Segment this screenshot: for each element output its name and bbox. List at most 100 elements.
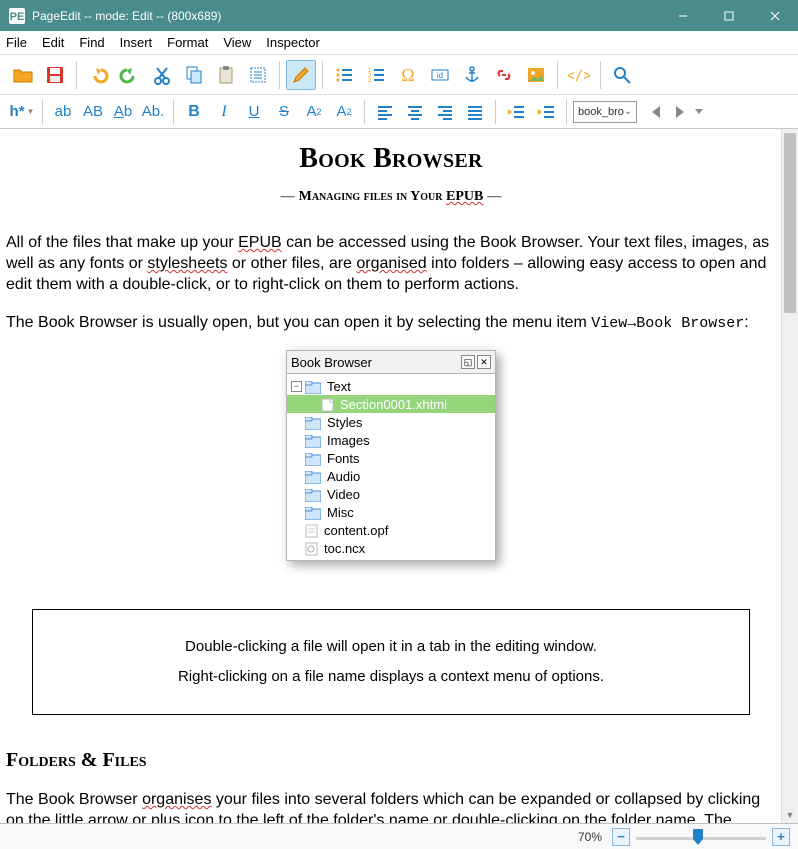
menu-inspector[interactable]: Inspector <box>266 35 319 50</box>
toolbar-format: h*▼ ab AB Ab Ab. B I U S A2 A2 book_bro <box>0 95 798 129</box>
open-button[interactable] <box>8 60 38 90</box>
tree-label: Images <box>327 433 370 448</box>
lowercase-button[interactable]: ab <box>49 99 77 125</box>
folder-icon <box>305 415 321 430</box>
nav-prev-button[interactable] <box>645 104 667 120</box>
tree-label: Text <box>327 379 351 394</box>
save-button[interactable] <box>40 60 70 90</box>
menu-view[interactable]: View <box>223 35 251 50</box>
book-browser-panel: Book Browser ◱ ✕ − Text Section0001.xhtm… <box>286 350 496 561</box>
code-view-button[interactable]: </> <box>564 60 594 90</box>
tree-row-section[interactable]: Section0001.xhtml <box>287 395 495 413</box>
close-button[interactable] <box>752 0 798 31</box>
special-char-button[interactable]: Ω <box>393 60 423 90</box>
tree-row-fonts[interactable]: Fonts <box>287 449 495 467</box>
insert-image-button[interactable] <box>521 60 551 90</box>
note-line-2: Right-clicking on a file name displays a… <box>43 662 739 692</box>
align-center-button[interactable] <box>401 99 429 125</box>
status-bar: 70% − + <box>0 823 798 849</box>
numbered-list-button[interactable]: 123 <box>361 60 391 90</box>
svg-text:3: 3 <box>368 78 372 84</box>
panel-close-icon[interactable]: ✕ <box>477 355 491 369</box>
subscript-button[interactable]: A2 <box>300 99 328 125</box>
zoom-in-button[interactable]: + <box>772 828 790 846</box>
collapse-icon[interactable]: − <box>291 381 302 392</box>
tree-label: content.opf <box>324 523 388 538</box>
toolbar-main: 123 Ω id </> <box>0 55 798 95</box>
doc-heading-2: Folders & Files <box>6 749 776 772</box>
menu-find[interactable]: Find <box>79 35 104 50</box>
nav-file-select[interactable]: book_bro <box>573 101 637 123</box>
note-line-1: Double-clicking a file will open it in a… <box>43 632 739 662</box>
folder-icon <box>305 469 321 484</box>
tree-label: toc.ncx <box>324 541 365 556</box>
folder-icon <box>305 379 321 394</box>
menu-file[interactable]: File <box>6 35 27 50</box>
zoom-out-button[interactable]: − <box>612 828 630 846</box>
link-button[interactable] <box>489 60 519 90</box>
tree-row-text[interactable]: − Text <box>287 377 495 395</box>
tree-row-toc-ncx[interactable]: toc.ncx <box>287 539 495 557</box>
tree-row-audio[interactable]: Audio <box>287 467 495 485</box>
align-justify-button[interactable] <box>461 99 489 125</box>
file-icon <box>305 540 318 556</box>
svg-text:Ω: Ω <box>401 65 414 85</box>
copy-button[interactable] <box>179 60 209 90</box>
insert-id-button[interactable]: id <box>425 60 455 90</box>
select-all-button[interactable] <box>243 60 273 90</box>
menu-bar: File Edit Find Insert Format View Inspec… <box>0 31 798 55</box>
vertical-scrollbar[interactable]: ▲ ▼ <box>781 129 798 823</box>
uppercase-button[interactable]: AB <box>79 99 107 125</box>
align-right-button[interactable] <box>431 99 459 125</box>
menu-insert[interactable]: Insert <box>120 35 153 50</box>
tree-label: Video <box>327 487 360 502</box>
italic-button[interactable]: I <box>210 99 238 125</box>
scrollbar-thumb[interactable] <box>784 133 796 313</box>
strikethrough-button[interactable]: S <box>270 99 298 125</box>
tree-row-styles[interactable]: Styles <box>287 413 495 431</box>
panel-titlebar: Book Browser ◱ ✕ <box>286 350 496 374</box>
zoom-slider[interactable] <box>636 827 766 847</box>
bullet-list-button[interactable] <box>329 60 359 90</box>
doc-heading-1: Book Browser <box>6 143 776 175</box>
menu-format[interactable]: Format <box>167 35 208 50</box>
nav-menu-button[interactable] <box>693 107 705 117</box>
menu-edit[interactable]: Edit <box>42 35 64 50</box>
cut-button[interactable] <box>147 60 177 90</box>
tree-row-video[interactable]: Video <box>287 485 495 503</box>
tree-row-content-opf[interactable]: content.opf <box>287 521 495 539</box>
paste-button[interactable] <box>211 60 241 90</box>
nav-next-button[interactable] <box>669 104 691 120</box>
undo-button[interactable] <box>83 60 113 90</box>
folder-icon <box>305 487 321 502</box>
indent-button[interactable] <box>532 99 560 125</box>
align-left-button[interactable] <box>371 99 399 125</box>
tree-row-images[interactable]: Images <box>287 431 495 449</box>
folder-icon <box>305 505 321 520</box>
doc-paragraph-1: All of the files that make up your EPUB … <box>6 233 776 295</box>
tree-label: Misc <box>327 505 354 520</box>
scroll-down-icon[interactable]: ▼ <box>782 806 798 823</box>
redo-button[interactable] <box>115 60 145 90</box>
titlecase-button[interactable]: Ab <box>109 99 137 125</box>
heading-menu[interactable]: h*▼ <box>8 99 36 125</box>
capitalize-button[interactable]: Ab. <box>139 99 167 125</box>
zoom-percent: 70% <box>578 830 602 844</box>
underline-button[interactable]: U <box>240 99 268 125</box>
maximize-button[interactable] <box>706 0 752 31</box>
file-icon <box>321 396 334 412</box>
folder-icon <box>305 451 321 466</box>
find-button[interactable] <box>607 60 637 90</box>
app-logo-icon: PE <box>8 7 26 25</box>
content-area: ▲ ▼ Book Browser —Managing files in Your… <box>0 129 798 823</box>
zoom-thumb-icon[interactable] <box>692 828 704 846</box>
superscript-button[interactable]: A2 <box>330 99 358 125</box>
outdent-button[interactable] <box>502 99 530 125</box>
panel-float-icon[interactable]: ◱ <box>461 355 475 369</box>
tree-row-misc[interactable]: Misc <box>287 503 495 521</box>
edit-mode-button[interactable] <box>286 60 316 90</box>
minimize-button[interactable] <box>660 0 706 31</box>
document-body[interactable]: Book Browser —Managing files in Your EPU… <box>0 129 798 823</box>
anchor-button[interactable] <box>457 60 487 90</box>
bold-button[interactable]: B <box>180 99 208 125</box>
